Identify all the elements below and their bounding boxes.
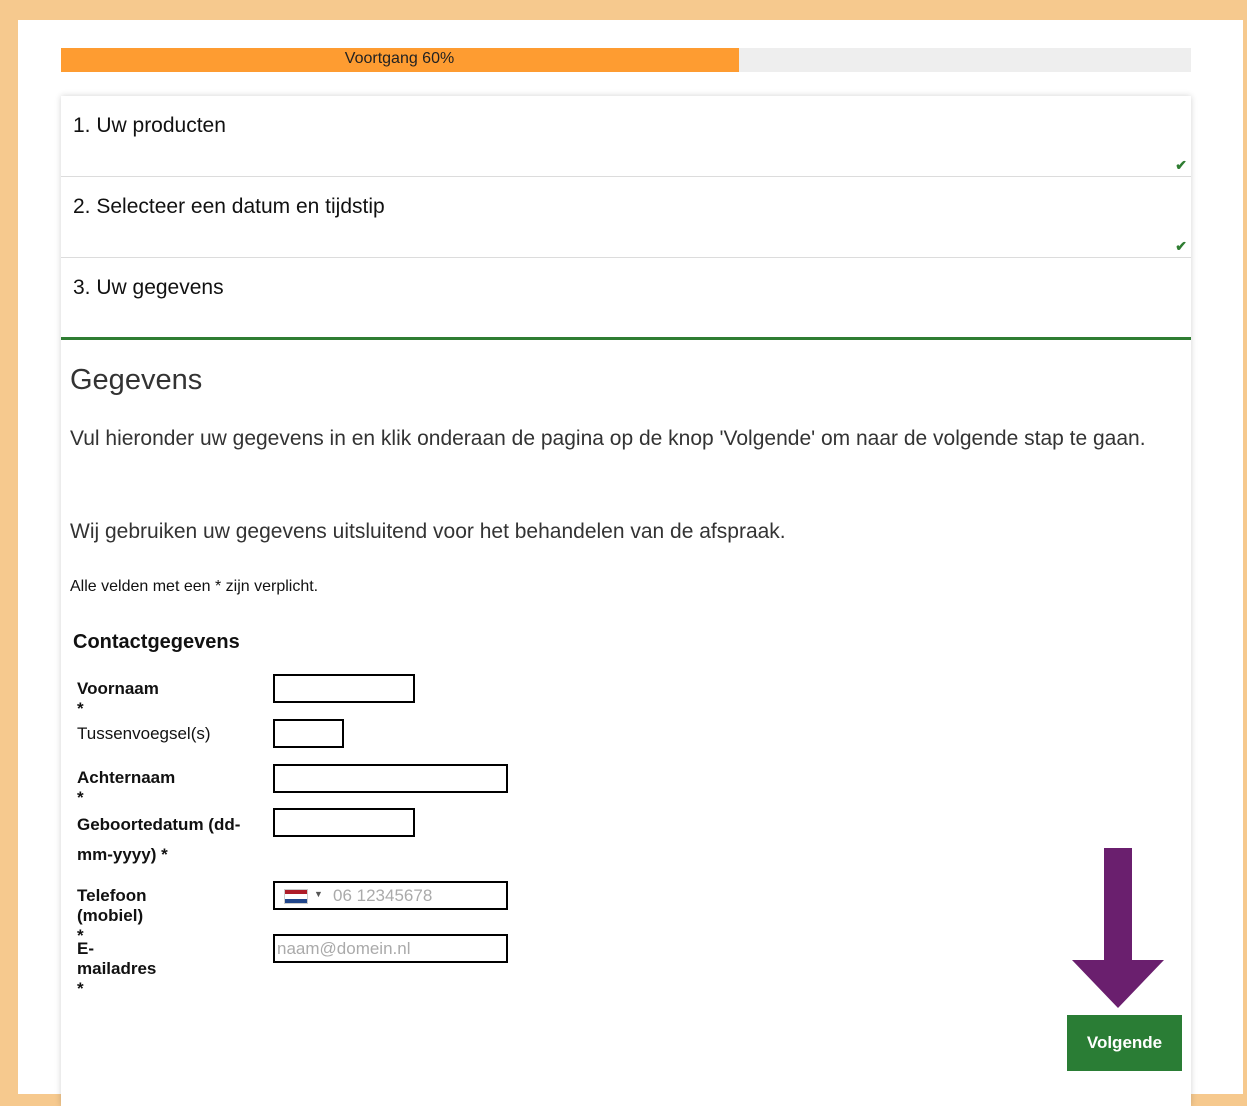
next-button[interactable]: Volgende (1067, 1015, 1182, 1071)
netherlands-flag-icon[interactable] (284, 889, 308, 904)
last-name-label: Achternaam * (77, 768, 176, 807)
wizard-steps: 1. Uw producten ✔ 2. Selecteer een datum… (61, 96, 1191, 1106)
birth-date-input[interactable] (273, 808, 415, 837)
step-products[interactable]: 1. Uw producten ✔ (61, 96, 1191, 177)
progress-label: Voortgang 60% (344, 50, 455, 67)
first-name-input[interactable] (273, 674, 415, 703)
checkmark-icon: ✔ (1175, 157, 1187, 173)
checkmark-icon: ✔ (1175, 238, 1187, 254)
infix-label: Tussenvoegsel(s) (77, 724, 211, 743)
section-title: Contactgegevens (73, 631, 240, 653)
page-frame: Voortgang 60% 1. Uw producten ✔ 2. Selec… (18, 20, 1243, 1106)
step-title: 2. Selecteer een datum en tijdstip (73, 195, 385, 218)
arrow-down-icon (1072, 848, 1164, 1008)
step-title: 1. Uw producten (73, 114, 226, 137)
last-name-input[interactable] (273, 764, 508, 793)
step-date-time[interactable]: 2. Selecteer een datum en tijdstip ✔ (61, 177, 1191, 258)
required-note: Alle velden met een * zijn verplicht. (70, 578, 319, 595)
infix-input[interactable] (273, 719, 344, 748)
privacy-text: Wij gebruiken uw gegevens uitsluitend vo… (70, 520, 786, 543)
progress-bar: Voortgang 60% (61, 48, 1191, 72)
caret-down-icon[interactable]: ▼ (314, 889, 323, 899)
phone-field: ▼ (273, 881, 508, 910)
intro-text: Vul hieronder uw gegevens in en klik ond… (70, 427, 1146, 450)
first-name-label: Voornaam * (77, 679, 159, 718)
birth-date-label: Geboortedatum (dd-mm-yyyy) * (77, 815, 241, 864)
phone-input[interactable] (331, 883, 501, 908)
step-title: 3. Uw gegevens (73, 276, 224, 299)
step-details[interactable]: 3. Uw gegevens (61, 258, 1191, 340)
email-input[interactable] (273, 934, 508, 963)
form-heading: Gegevens (70, 364, 203, 396)
email-label: E-mailadres * (77, 939, 157, 998)
phone-label: Telefoon (mobiel) * (77, 886, 147, 945)
